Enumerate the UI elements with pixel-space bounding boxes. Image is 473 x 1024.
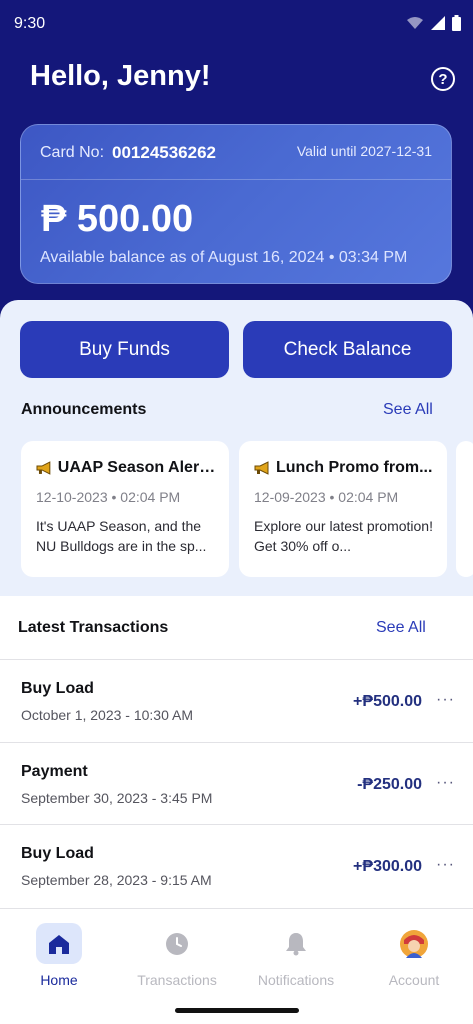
transaction-date: September 28, 2023 - 9:15 AM: [21, 872, 212, 888]
announcement-date: 12-09-2023 • 02:04 PM: [254, 489, 399, 505]
nav-icon-wrap: [154, 923, 200, 964]
transaction-date: September 30, 2023 - 3:45 PM: [21, 790, 213, 806]
announcement-body: Explore our latest promotion! Get 30% of…: [254, 518, 433, 554]
nav-item-home[interactable]: Home: [0, 923, 118, 995]
announcement-title: Lunch Promo from...: [276, 459, 433, 476]
nav-label: Transactions: [137, 972, 217, 988]
status-icons: [406, 15, 461, 31]
check-balance-button[interactable]: Check Balance: [243, 321, 452, 378]
nav-label: Account: [388, 972, 440, 988]
more-options-icon[interactable]: ···: [436, 691, 455, 709]
announcement-card[interactable]: Lunch Promo from... 12-09-2023 • 02:04 P…: [239, 441, 447, 577]
transaction-amount: +₱500.00: [353, 693, 422, 710]
transaction-row[interactable]: Payment September 30, 2023 - 3:45 PM -₱2…: [0, 743, 473, 825]
question-circle-icon[interactable]: ?: [431, 67, 455, 91]
announcement-heading: UAAP Season Alert...: [36, 459, 216, 477]
buy-funds-button[interactable]: Buy Funds: [20, 321, 229, 378]
clock-icon: [166, 932, 188, 955]
transactions-see-all-link[interactable]: See All: [376, 619, 426, 637]
greeting-title: Hello, Jenny!: [30, 60, 211, 92]
megaphone-icon: [254, 461, 269, 475]
card-divider: [21, 179, 451, 180]
bottom-nav: Home Transactions Notifications Account: [0, 908, 473, 1024]
transaction-row[interactable]: Buy Load September 28, 2023 - 9:15 AM +₱…: [0, 825, 473, 907]
actions-panel: Buy Funds Check Balance Announcements Se…: [0, 300, 473, 596]
signal-icon: [431, 16, 445, 30]
transaction-type: Payment: [21, 763, 88, 780]
card-balance: ₱ 500.00: [41, 198, 194, 240]
announcement-title: UAAP Season Alert...: [57, 459, 216, 476]
megaphone-icon: [36, 461, 51, 475]
balance-card: Card No: 00124536262 Valid until 2027-12…: [20, 124, 452, 284]
announcement-date: 12-10-2023 • 02:04 PM: [36, 489, 181, 505]
announcement-heading: Lunch Promo from...: [254, 459, 434, 477]
battery-icon: [452, 15, 461, 31]
status-time: 9:30: [14, 15, 46, 32]
transaction-type: Buy Load: [21, 680, 94, 697]
balance-as-of: Available balance as of August 16, 2024 …: [40, 249, 408, 266]
card-number-label: Card No:: [40, 144, 105, 161]
transaction-type: Buy Load: [21, 845, 94, 862]
card-number: 00124536262: [112, 143, 217, 162]
home-indicator: [175, 1008, 299, 1013]
nav-icon-wrap: [36, 923, 82, 964]
nav-item-notifications[interactable]: Notifications: [237, 923, 355, 995]
card-valid-until: Valid until 2027-12-31: [296, 143, 432, 159]
more-options-icon[interactable]: ···: [436, 856, 455, 874]
bell-icon: [286, 932, 306, 955]
status-bar: 9:30: [0, 0, 473, 48]
transaction-amount: -₱250.00: [357, 776, 422, 793]
announcement-body: It's UAAP Season, and the NU Bulldogs ar…: [36, 518, 207, 554]
nav-icon-wrap: [391, 923, 437, 964]
nav-icon-wrap: [273, 923, 319, 964]
wifi-icon: [407, 17, 423, 29]
announcement-card[interactable]: UAAP Season Alert... 12-10-2023 • 02:04 …: [21, 441, 229, 577]
nav-item-account[interactable]: Account: [355, 923, 473, 995]
transaction-row[interactable]: Buy Load October 1, 2023 - 10:30 AM +₱50…: [0, 660, 473, 742]
latest-transactions-title: Latest Transactions: [18, 619, 169, 636]
nav-item-transactions[interactable]: Transactions: [118, 923, 236, 995]
announcements-see-all-link[interactable]: See All: [383, 401, 433, 419]
nav-label: Home: [40, 972, 78, 988]
transaction-date: October 1, 2023 - 10:30 AM: [21, 707, 193, 723]
transaction-amount: +₱300.00: [353, 858, 422, 875]
announcement-card-peek[interactable]: [456, 441, 473, 577]
nav-label: Notifications: [257, 972, 335, 988]
home-icon: [49, 934, 69, 954]
announcements-title: Announcements: [21, 401, 147, 418]
avatar-icon: [400, 929, 428, 958]
more-options-icon[interactable]: ···: [436, 774, 455, 792]
